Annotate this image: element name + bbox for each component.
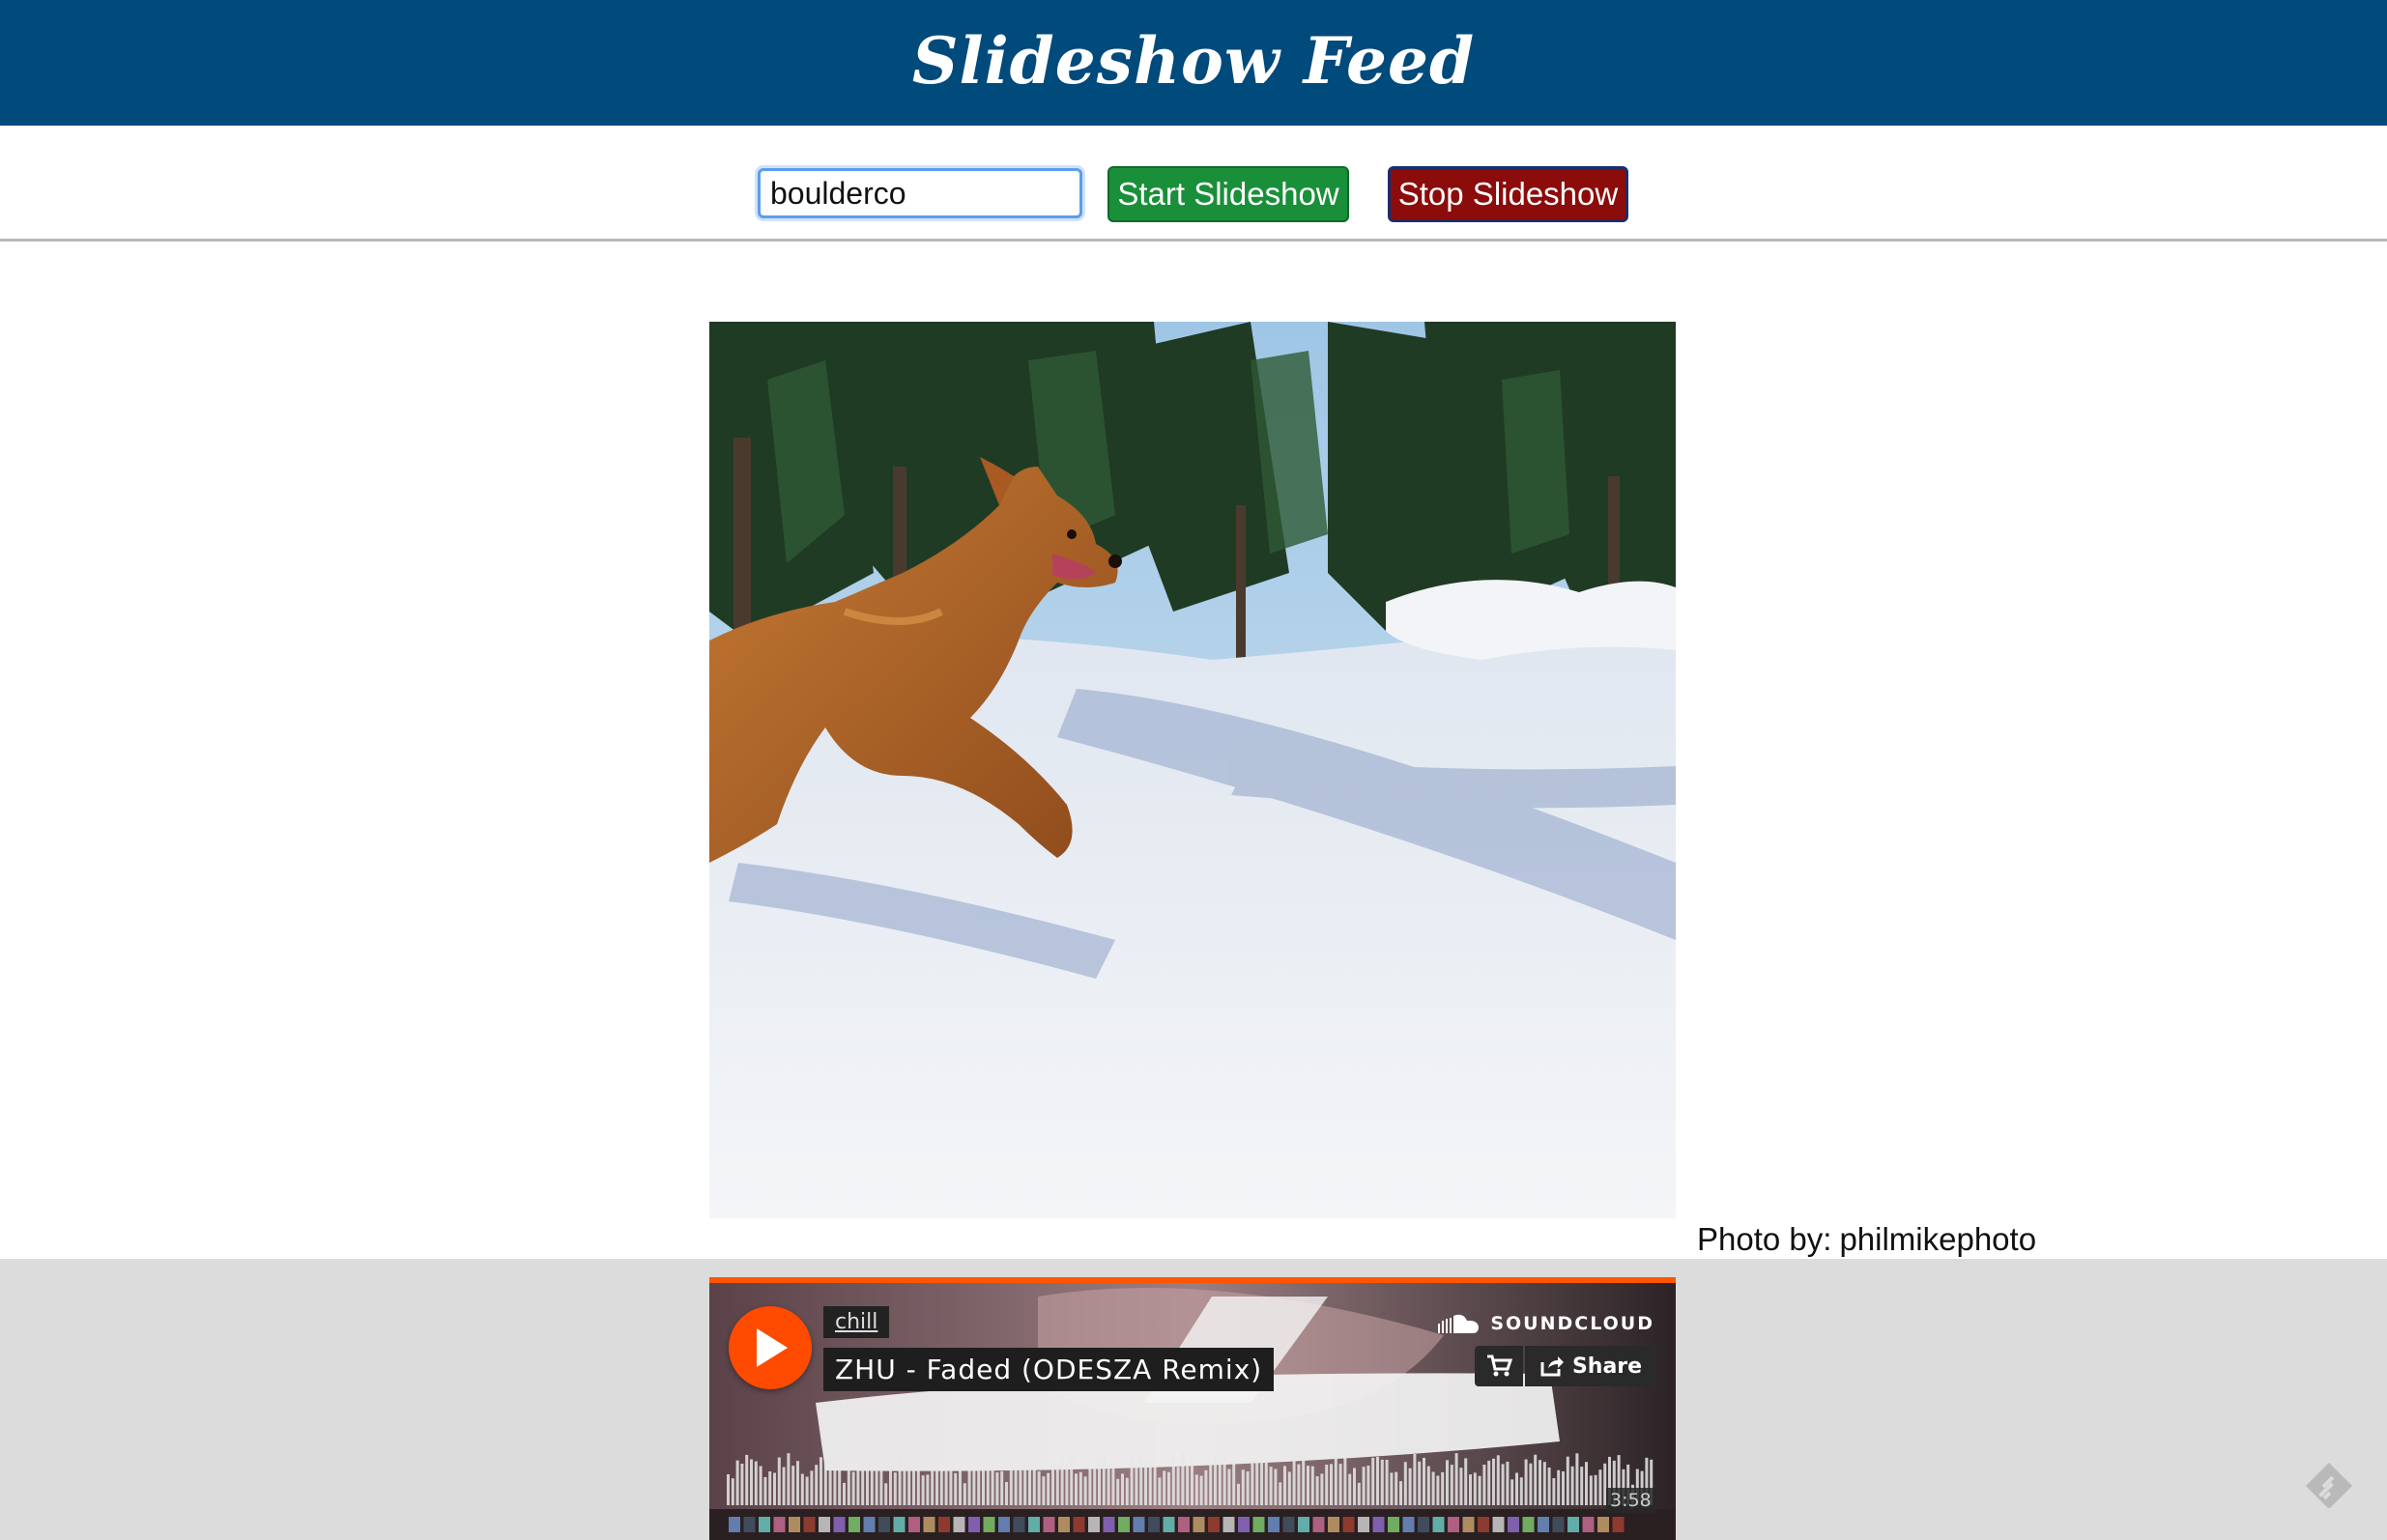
share-label: Share	[1571, 1354, 1643, 1379]
cart-icon	[1487, 1355, 1512, 1377]
photo-credit-user: philmikephoto	[1839, 1221, 2037, 1257]
share-icon	[1540, 1356, 1564, 1377]
page-title: Slideshow Feed	[911, 23, 1476, 99]
buy-button[interactable]	[1475, 1346, 1523, 1386]
play-icon	[757, 1328, 788, 1367]
app-header: Slideshow Feed	[0, 0, 2387, 126]
photo-credit: Photo by: philmikephoto	[1697, 1221, 2036, 1258]
play-button[interactable]	[729, 1306, 812, 1389]
soundcloud-brand-label: SOUNDCLOUD	[1490, 1313, 1654, 1334]
hashtag-search-input[interactable]	[758, 168, 1082, 218]
track-title-link[interactable]: ZHU - Faded (ODESZA Remix)	[823, 1348, 1275, 1391]
start-slideshow-button[interactable]: Start Slideshow	[1107, 166, 1349, 222]
photo-credit-prefix: Photo by:	[1697, 1221, 1832, 1257]
controls-bar: Start Slideshow Stop Slideshow	[0, 126, 2387, 242]
track-duration: 3:58	[1606, 1488, 1655, 1513]
player-progress-bar	[709, 1277, 1676, 1283]
soundcloud-brand[interactable]: SOUNDCLOUD	[1438, 1312, 1654, 1335]
slideshow-photo	[709, 322, 1676, 1218]
share-button[interactable]: Share	[1525, 1346, 1656, 1386]
feedly-icon[interactable]	[2302, 1459, 2356, 1513]
soundcloud-player[interactable]: chill ZHU - Faded (ODESZA Remix) SOUNDCL…	[709, 1277, 1676, 1540]
stop-slideshow-button[interactable]: Stop Slideshow	[1388, 166, 1628, 222]
soundcloud-logo-icon	[1438, 1314, 1480, 1333]
player-user-link[interactable]: chill	[823, 1306, 890, 1338]
